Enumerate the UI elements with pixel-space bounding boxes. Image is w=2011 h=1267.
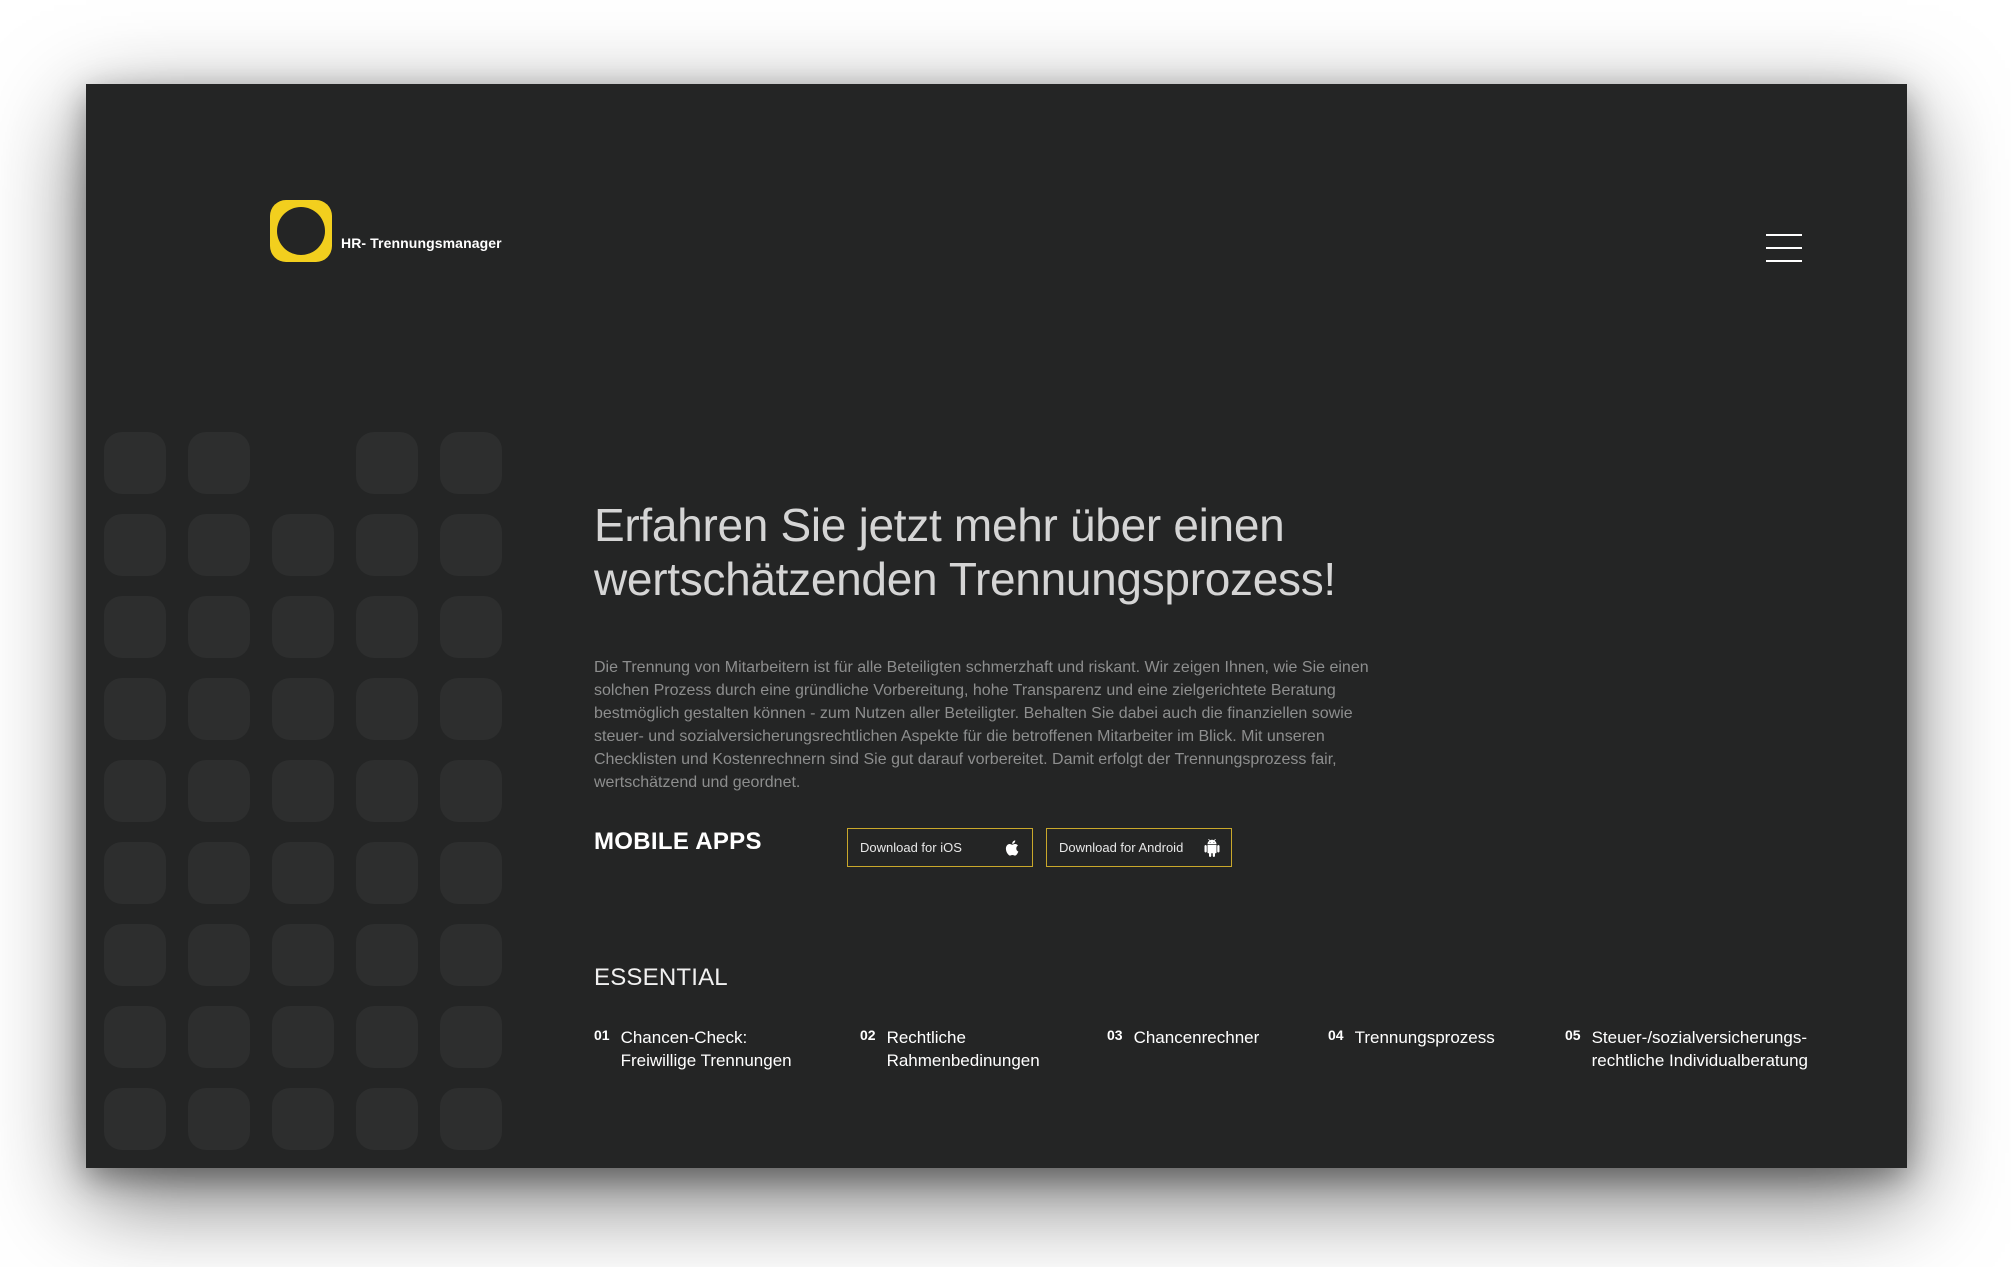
essential-item-number: 02 <box>860 1027 876 1043</box>
decorative-tile <box>104 596 166 658</box>
essential-item-rahmenbedingungen[interactable]: 02 Rechtliche Rahmenbedinungen <box>860 1026 1040 1072</box>
decorative-tile <box>272 514 334 576</box>
brand-name: HR- Trennungsmanager <box>341 235 502 251</box>
essential-item-line: Rechtliche <box>886 1028 966 1047</box>
decorative-tile <box>272 1088 334 1150</box>
decorative-tile <box>356 514 418 576</box>
essential-item-number: 04 <box>1328 1027 1344 1043</box>
decorative-tile <box>356 1088 418 1150</box>
decorative-tile <box>272 842 334 904</box>
download-android-label: Download for Android <box>1059 840 1184 855</box>
decorative-tile <box>440 432 502 494</box>
hamburger-menu-icon[interactable] <box>1766 232 1802 264</box>
hero-title-line: wertschätzenden Trennungsprozess! <box>594 553 1336 605</box>
decorative-tile <box>272 924 334 986</box>
mobile-apps-heading: MOBILE APPS <box>594 828 762 855</box>
essential-item-number: 03 <box>1107 1027 1123 1043</box>
apple-icon <box>1005 839 1019 856</box>
decorative-tile <box>104 1088 166 1150</box>
essential-item-number: 01 <box>594 1027 610 1043</box>
essential-item-label: Trennungsprozess <box>1355 1026 1495 1049</box>
decorative-tile <box>188 1088 250 1150</box>
app-frame: HR- Trennungsmanager Erfahren Sie jetzt … <box>86 84 1907 1168</box>
decorative-tile <box>104 760 166 822</box>
essential-item-label: Rechtliche Rahmenbedinungen <box>887 1026 1040 1072</box>
decorative-tile <box>440 842 502 904</box>
decorative-tile <box>272 596 334 658</box>
essential-heading: ESSENTIAL <box>594 964 728 991</box>
decorative-tile <box>272 760 334 822</box>
decorative-tile <box>356 432 418 494</box>
essential-item-line: rechtliche Individualberatung <box>1591 1051 1808 1070</box>
hero-description: Die Trennung von Mitarbeitern ist für al… <box>594 659 1369 791</box>
essential-item-trennungsprozess[interactable]: 04 Trennungsprozess <box>1328 1026 1495 1049</box>
decorative-tile <box>104 432 166 494</box>
essential-item-chancen-check[interactable]: 01 Chancen-Check: Freiwillige Trennungen <box>594 1026 792 1072</box>
essential-item-line: Chancenrechner <box>1133 1028 1260 1047</box>
download-ios-label: Download for iOS <box>860 840 962 855</box>
decorative-tile <box>188 678 250 740</box>
essential-item-label: Chancenrechner <box>1134 1026 1260 1049</box>
decorative-tile <box>272 678 334 740</box>
decorative-tile <box>104 842 166 904</box>
essential-item-number: 05 <box>1565 1027 1581 1043</box>
brand-logo[interactable]: HR- Trennungsmanager <box>270 200 502 262</box>
essential-item-label: Steuer-/sozialversicherungs- rechtliche … <box>1592 1026 1808 1072</box>
decorative-tile <box>356 678 418 740</box>
download-android-button[interactable]: Download for Android <box>1046 828 1232 867</box>
decorative-tile <box>104 678 166 740</box>
hero-title-line: Erfahren Sie jetzt mehr über einen <box>594 499 1285 551</box>
download-ios-button[interactable]: Download for iOS <box>847 828 1033 867</box>
decorative-tile <box>104 514 166 576</box>
decorative-tile <box>356 760 418 822</box>
decorative-tile <box>188 842 250 904</box>
decorative-tile <box>272 1006 334 1068</box>
decorative-tile <box>104 924 166 986</box>
essential-item-individualberatung[interactable]: 05 Steuer-/sozialversicherungs- rechtlic… <box>1565 1026 1808 1072</box>
decorative-tile <box>440 678 502 740</box>
android-icon <box>1204 838 1220 857</box>
decorative-tile <box>188 596 250 658</box>
essential-item-line: Freiwillige Trennungen <box>620 1051 792 1070</box>
decorative-tile <box>188 924 250 986</box>
essential-item-line: Chancen-Check: <box>620 1028 748 1047</box>
decorative-tile <box>356 596 418 658</box>
decorative-tile <box>440 596 502 658</box>
decorative-tile <box>104 1006 166 1068</box>
decorative-tile <box>356 1006 418 1068</box>
decorative-tile <box>440 514 502 576</box>
decorative-tile <box>188 760 250 822</box>
decorative-tile <box>356 924 418 986</box>
decorative-tile <box>188 1006 250 1068</box>
decorative-tile <box>440 924 502 986</box>
hero-title: Erfahren Sie jetzt mehr über einen werts… <box>594 498 1494 606</box>
decorative-tile <box>188 514 250 576</box>
decorative-tile <box>188 432 250 494</box>
essential-item-chancenrechner[interactable]: 03 Chancenrechner <box>1107 1026 1259 1049</box>
decorative-tile <box>440 1088 502 1150</box>
decorative-tile <box>440 760 502 822</box>
essential-item-line: Rahmenbedinungen <box>886 1051 1040 1070</box>
essential-item-line: Steuer-/sozialversicherungs- <box>1591 1028 1807 1047</box>
essential-item-line: Trennungsprozess <box>1354 1028 1495 1047</box>
essential-item-label: Chancen-Check: Freiwillige Trennungen <box>621 1026 792 1072</box>
decorative-tile <box>440 1006 502 1068</box>
decorative-tile <box>356 842 418 904</box>
logo-mark-icon <box>270 200 332 262</box>
